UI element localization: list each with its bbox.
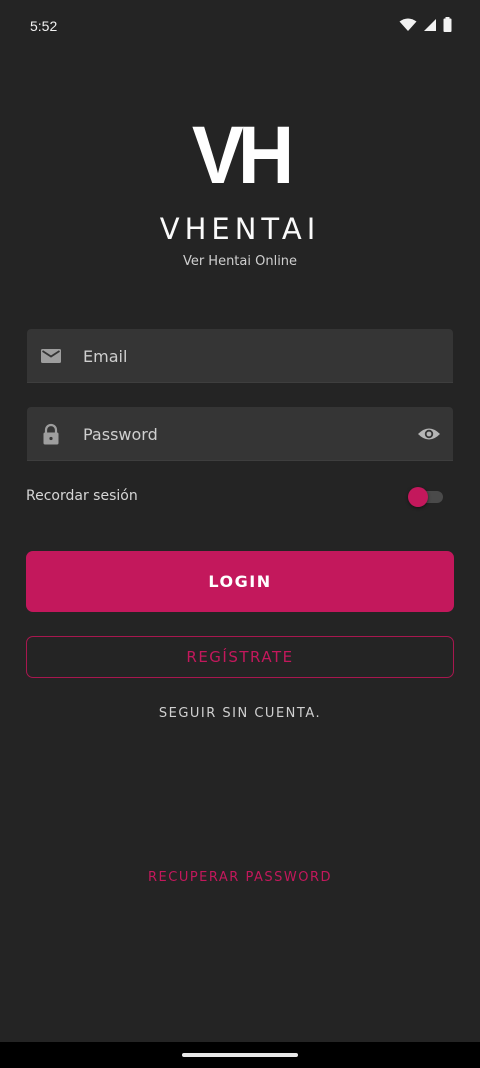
remember-session-toggle[interactable]: [407, 485, 445, 509]
lock-icon: [43, 423, 59, 445]
status-icons: [399, 17, 452, 32]
eye-icon[interactable]: [417, 423, 441, 445]
brand-tagline: Ver Hentai Online: [182, 254, 298, 269]
signal-icon: [424, 18, 436, 31]
toggle-thumb: [408, 487, 428, 507]
brand-name: VHENTAI: [159, 212, 321, 246]
email-input[interactable]: [81, 329, 405, 384]
register-button[interactable]: REGÍSTRATE: [26, 636, 454, 678]
password-field[interactable]: [27, 407, 453, 462]
mail-icon: [41, 349, 61, 363]
status-time: 5:52: [30, 18, 58, 34]
battery-icon: [443, 17, 452, 32]
email-field[interactable]: [27, 329, 453, 384]
continue-without-account-link[interactable]: SEGUIR SIN CUENTA.: [0, 706, 480, 721]
vh-logo: VH: [192, 116, 290, 186]
home-gesture-handle[interactable]: [182, 1053, 298, 1057]
remember-session-label: Recordar sesión: [26, 488, 138, 504]
recover-password-link[interactable]: RECUPERAR PASSWORD: [0, 870, 480, 885]
wifi-icon: [399, 18, 417, 31]
login-button[interactable]: LOGIN: [26, 551, 454, 612]
password-input[interactable]: [81, 407, 405, 462]
logo-text: VH: [192, 116, 290, 186]
status-bar: 5:52: [0, 0, 480, 52]
